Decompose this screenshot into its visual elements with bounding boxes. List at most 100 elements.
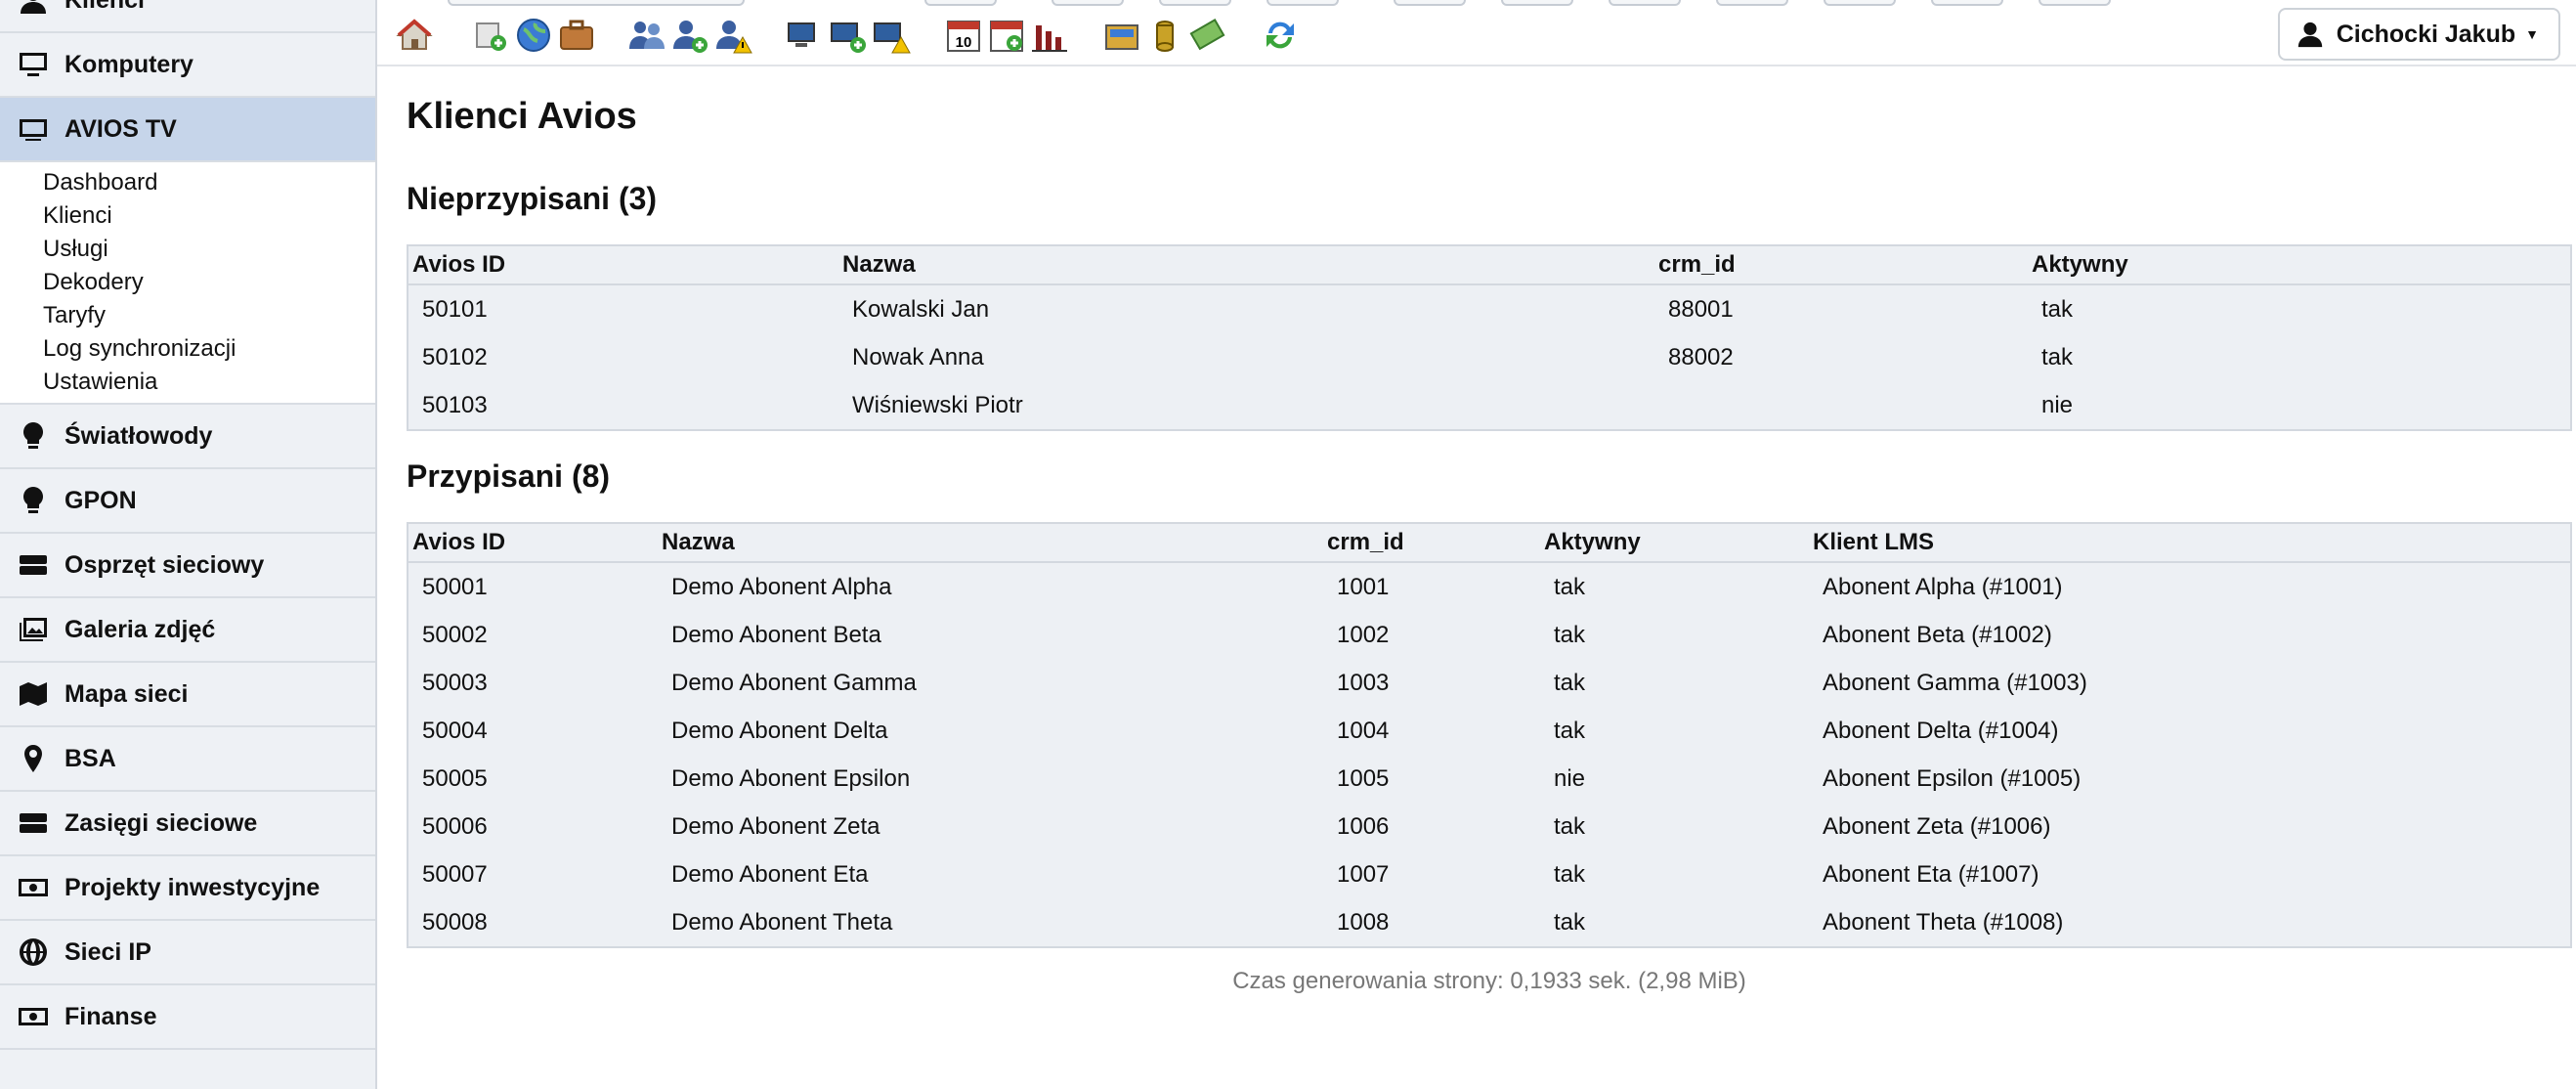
unassigned-table: Avios ID Nazwa crm_id Aktywny 50101 Kowa… — [407, 244, 2572, 431]
cell-klient-lms-link[interactable]: Abonent Delta (#1004) — [1809, 707, 2570, 755]
table-row[interactable]: 50004 Demo Abonent Delta 1004 tak Abonent De… — [408, 707, 2570, 755]
sidebar-item-mapa-sieci[interactable]: Mapa sieci — [0, 663, 375, 727]
cell-aktywny: tak — [1554, 860, 1586, 888]
table-row[interactable]: 50007 Demo Abonent Eta 1007 tak Abonent Eta … — [408, 850, 2570, 898]
sidebar-item-label: Zasięgi sieciowe — [64, 808, 258, 837]
cell-crm-id: 1007 — [1337, 860, 1390, 888]
tab-stub[interactable] — [924, 0, 997, 6]
table-row[interactable]: 50002 Demo Abonent Beta 1002 tak Abonent Bet… — [408, 611, 2570, 659]
tab-stub[interactable] — [1159, 0, 1231, 6]
column-header-aktywny[interactable]: Aktywny — [2028, 246, 2570, 285]
table-row[interactable]: 50006 Demo Abonent Zeta 1006 tak Abonent Zet… — [408, 803, 2570, 850]
home-icon[interactable] — [395, 16, 434, 55]
assigned-heading: Przypisani (8) — [407, 458, 611, 494]
sidebar-item-gpon[interactable]: GPON — [0, 469, 375, 534]
column-header-avios-id[interactable]: Avios ID — [408, 246, 838, 285]
calendar-icon[interactable]: 10 — [944, 16, 983, 55]
cell-klient-lms-link[interactable]: Abonent Zeta (#1006) — [1809, 803, 2570, 850]
user-menu-button[interactable]: Cichocki Jakub ▼ — [2277, 8, 2560, 61]
tab-stub[interactable] — [2039, 0, 2111, 6]
cell-klient-lms-link[interactable]: Abonent Gamma (#1003) — [1809, 659, 2570, 707]
svg-text:10: 10 — [956, 34, 972, 51]
submenu-item-klienci[interactable]: Klienci — [0, 199, 375, 233]
submenu-item-uslugi[interactable]: Usługi — [0, 233, 375, 266]
cash-register-icon[interactable] — [1102, 16, 1141, 55]
cell-klient-lms-link[interactable]: Abonent Alpha (#1001) — [1809, 562, 2570, 611]
submenu-item-dekodery[interactable]: Dekodery — [0, 266, 375, 299]
submenu-item-dashboard[interactable]: Dashboard — [0, 166, 375, 199]
cell-aktywny: tak — [1554, 717, 1586, 744]
cell-klient-lms-link[interactable]: Abonent Epsilon (#1005) — [1809, 755, 2570, 803]
column-header-crm-id[interactable]: crm_id — [1654, 246, 2028, 285]
sidebar-item-finanse[interactable]: Finanse — [0, 985, 375, 1050]
page-generation-time: Czas generowania strony: 0,1933 sek. (2,… — [1232, 968, 1746, 994]
sidebar-item-galeria-zdjec[interactable]: Galeria zdjęć — [0, 598, 375, 663]
column-header-nazwa[interactable]: Nazwa — [658, 524, 1323, 563]
cell-klient-lms-link[interactable]: Abonent Theta (#1008) — [1809, 898, 2570, 946]
table-row[interactable]: 50005 Demo Abonent Epsilon 1005 nie Abonent … — [408, 755, 2570, 803]
cell-crm-id: 1006 — [1337, 812, 1390, 840]
computer-warning-icon[interactable] — [872, 16, 911, 55]
column-header-nazwa[interactable]: Nazwa — [838, 246, 1654, 285]
sidebar-item-osprzet-sieciowy[interactable]: Osprzęt sieciowy — [0, 534, 375, 598]
tab-stub[interactable] — [1931, 0, 2003, 6]
cell-avios-id: 50102 — [422, 343, 488, 370]
sidebar-item-zasiegi-sieciowe[interactable]: Zasięgi sieciowe — [0, 792, 375, 856]
tab-stub[interactable] — [1501, 0, 1573, 6]
table-row[interactable]: 50001 Demo Abonent Alpha 1001 tak Abonent Al… — [408, 562, 2570, 611]
globe-icon[interactable] — [514, 16, 553, 55]
tab-stub[interactable] — [1267, 0, 1339, 6]
table-row[interactable]: 50103 Wiśniewski Piotr nie — [408, 381, 2570, 429]
table-row[interactable]: 50008 Demo Abonent Theta 1008 tak Abonent Th… — [408, 898, 2570, 946]
tab-stub[interactable] — [1824, 0, 1896, 6]
submenu-item-log-synchronizacji[interactable]: Log synchronizacji — [0, 332, 375, 366]
submenu-item-taryfy[interactable]: Taryfy — [0, 299, 375, 332]
coins-icon[interactable] — [1145, 16, 1184, 55]
cell-nazwa: Demo Abonent Zeta — [671, 812, 880, 840]
column-header-klient-lms[interactable]: Klient LMS — [1809, 524, 2570, 563]
sidebar-item-klienci[interactable]: Klienci — [0, 0, 375, 33]
tab-stub[interactable] — [1609, 0, 1681, 6]
cell-avios-id: 50101 — [422, 295, 488, 323]
bar-chart-icon[interactable] — [1030, 16, 1069, 55]
sidebar-item-projekty-inwestycyjne[interactable]: Projekty inwestycyjne — [0, 856, 375, 921]
top-toolbar: 10 Cichocki Jakub ▼ — [377, 0, 2576, 66]
money-icon[interactable] — [1188, 16, 1227, 55]
tab-stub[interactable] — [1394, 0, 1466, 6]
user-warning-icon[interactable] — [713, 16, 752, 55]
sidebar-item-avios-tv[interactable]: AVIOS TV — [0, 98, 375, 162]
briefcase-icon[interactable] — [557, 16, 596, 55]
gallery-icon — [16, 614, 51, 645]
sync-icon[interactable] — [1261, 16, 1300, 55]
tab-stub[interactable] — [1052, 0, 1124, 6]
add-user-icon[interactable] — [670, 16, 709, 55]
table-row[interactable]: 50102 Nowak Anna 88002 tak — [408, 333, 2570, 381]
cell-avios-id: 50003 — [422, 669, 488, 696]
add-calendar-icon[interactable] — [987, 16, 1026, 55]
cell-crm-id: 1008 — [1337, 908, 1390, 936]
tab-stub[interactable] — [1716, 0, 1788, 6]
column-header-avios-id[interactable]: Avios ID — [408, 524, 658, 563]
new-document-icon[interactable] — [471, 16, 510, 55]
table-row[interactable]: 50003 Demo Abonent Gamma 1003 tak Abonent Ga… — [408, 659, 2570, 707]
computers-icon[interactable] — [786, 16, 825, 55]
sidebar-item-sieci-ip[interactable]: Sieci IP — [0, 921, 375, 985]
table-row[interactable]: 50101 Kowalski Jan 88001 tak — [408, 284, 2570, 333]
cell-crm-id: 1004 — [1337, 717, 1390, 744]
column-header-crm-id[interactable]: crm_id — [1323, 524, 1540, 563]
cell-aktywny: tak — [1554, 669, 1586, 696]
cell-klient-lms-link[interactable]: Abonent Eta (#1007) — [1809, 850, 2570, 898]
cell-klient-lms-link[interactable]: Abonent Beta (#1002) — [1809, 611, 2570, 659]
cell-nazwa: Nowak Anna — [852, 343, 984, 370]
server-icon — [16, 549, 51, 581]
submenu-item-ustawienia[interactable]: Ustawienia — [0, 366, 375, 399]
tab-stub[interactable] — [448, 0, 745, 6]
sidebar-item-komputery[interactable]: Komputery — [0, 33, 375, 98]
sidebar-item-bsa[interactable]: BSA — [0, 727, 375, 792]
users-icon[interactable] — [627, 16, 666, 55]
column-header-aktywny[interactable]: Aktywny — [1540, 524, 1809, 563]
sidebar-item-swiatlowody[interactable]: Światłowody — [0, 405, 375, 469]
table-header-row: Avios ID Nazwa crm_id Aktywny — [408, 246, 2570, 285]
unassigned-heading: Nieprzypisani (3) — [407, 181, 658, 216]
add-computer-icon[interactable] — [829, 16, 868, 55]
